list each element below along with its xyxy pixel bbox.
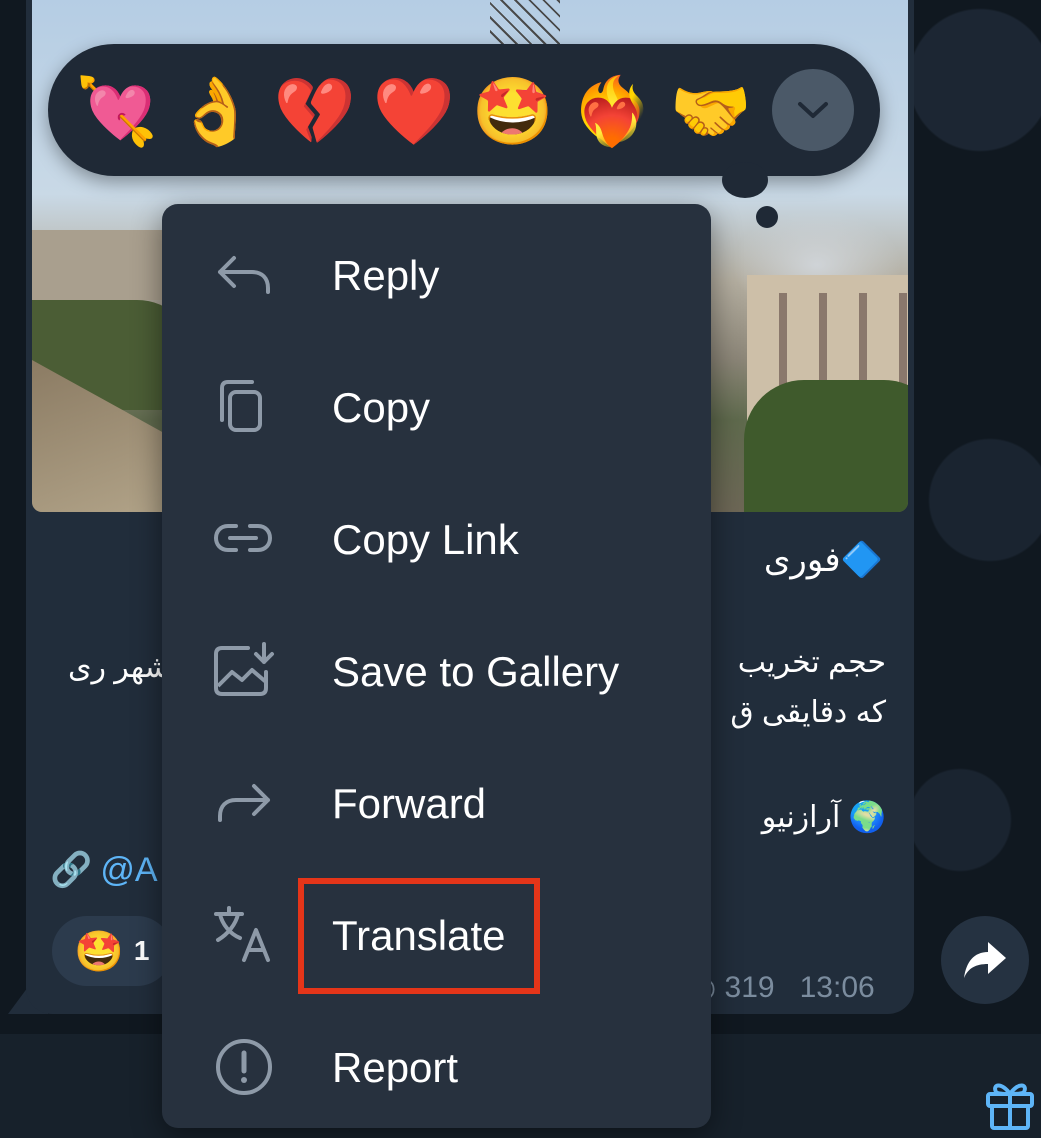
message-link[interactable]: 🔗 @A [50, 850, 158, 890]
reaction-broken-heart[interactable]: 💔 [272, 68, 358, 154]
message-source-line: 🌍 آرازنیو [761, 801, 886, 834]
menu-item-label: Copy [332, 384, 431, 431]
menu-item-label: Reply [332, 252, 440, 299]
menu-item-copy-link[interactable]: Copy Link [162, 472, 711, 604]
reply-icon [218, 256, 270, 294]
message-body-line2: که دقایقی ق [730, 696, 886, 729]
copy-icon [220, 380, 262, 432]
report-icon [216, 1039, 272, 1095]
menu-item-report[interactable]: Report [162, 1000, 711, 1132]
reaction-pill[interactable]: 🤩 1 [52, 916, 172, 986]
message-body-line1-right: حجم تخریب [737, 646, 886, 679]
link-chain-icon: 🔗 [50, 851, 93, 889]
link-text[interactable]: @A [100, 851, 157, 890]
message-body-line1-left: شهر ری [68, 651, 170, 684]
expand-reactions-button[interactable] [772, 69, 854, 151]
reaction-bar-bubble-small [756, 206, 778, 228]
menu-item-reply[interactable]: Reply [162, 208, 711, 340]
reaction-bar-bubble-large [722, 162, 768, 198]
message-time: 13:06 [799, 971, 875, 1004]
reaction-red-heart[interactable]: ❤️ [371, 68, 457, 154]
message-meta: ◉ 319 13:06 [690, 970, 875, 1005]
translate-icon [214, 906, 270, 962]
reaction-emoji: 🤩 [74, 929, 124, 974]
reaction-handshake[interactable]: 🤝 [668, 68, 754, 154]
reaction-star-struck[interactable]: 🤩 [470, 68, 556, 154]
share-icon [964, 942, 1006, 978]
menu-item-label: Copy Link [332, 516, 519, 563]
reaction-ok-hand[interactable]: 👌 [173, 68, 259, 154]
forward-icon [218, 784, 270, 822]
menu-item-label: Forward [332, 780, 487, 827]
reaction-bar: 💘 👌 💔 ❤️ 🤩 ❤️‍🔥 🤝 [48, 44, 880, 176]
menu-item-label: Report [332, 1044, 459, 1091]
menu-item-save-to-gallery[interactable]: Save to Gallery [162, 604, 711, 736]
message-headline: 🔷فوری [763, 541, 883, 579]
menu-item-copy[interactable]: Copy [162, 340, 711, 472]
translate-highlight-box [298, 878, 540, 994]
reaction-heart-on-fire[interactable]: ❤️‍🔥 [569, 68, 655, 154]
gift-icon[interactable] [982, 1074, 1038, 1130]
views-count: 319 [724, 971, 775, 1004]
menu-item-label: Save to Gallery [332, 648, 620, 695]
chevron-down-icon [798, 102, 828, 118]
menu-item-forward[interactable]: Forward [162, 736, 711, 868]
radio-tower [490, 0, 560, 44]
share-button[interactable] [941, 916, 1029, 1004]
trees-right [744, 380, 908, 512]
reaction-heart-with-arrow[interactable]: 💘 [74, 68, 160, 154]
link-icon [213, 524, 273, 552]
save-to-gallery-icon [214, 642, 274, 696]
reaction-count: 1 [133, 935, 150, 966]
